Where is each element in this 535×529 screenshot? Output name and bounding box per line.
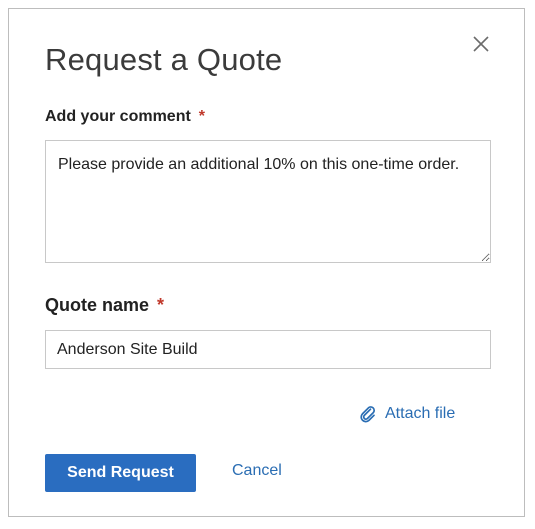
attach-file-link[interactable]: Attach file: [359, 405, 455, 423]
comment-label-text: Add your comment: [45, 108, 191, 125]
comment-label: Add your comment *: [45, 108, 205, 126]
comment-textarea[interactable]: Please provide an additional 10% on this…: [45, 140, 491, 263]
quote-name-label: Quote name *: [45, 295, 164, 316]
close-button[interactable]: [470, 33, 492, 55]
cancel-link[interactable]: Cancel: [232, 462, 282, 480]
close-icon: [473, 36, 489, 52]
quote-name-input[interactable]: [45, 330, 491, 369]
request-quote-dialog: Request a Quote Add your comment * Please…: [8, 8, 525, 517]
quote-name-label-text: Quote name: [45, 295, 150, 315]
paperclip-icon: [360, 406, 375, 423]
dialog-title: Request a Quote: [45, 42, 283, 77]
required-marker: *: [198, 108, 206, 125]
required-marker: *: [157, 295, 165, 315]
attach-file-label: Attach file: [385, 405, 456, 422]
send-request-button[interactable]: Send Request: [45, 454, 196, 492]
